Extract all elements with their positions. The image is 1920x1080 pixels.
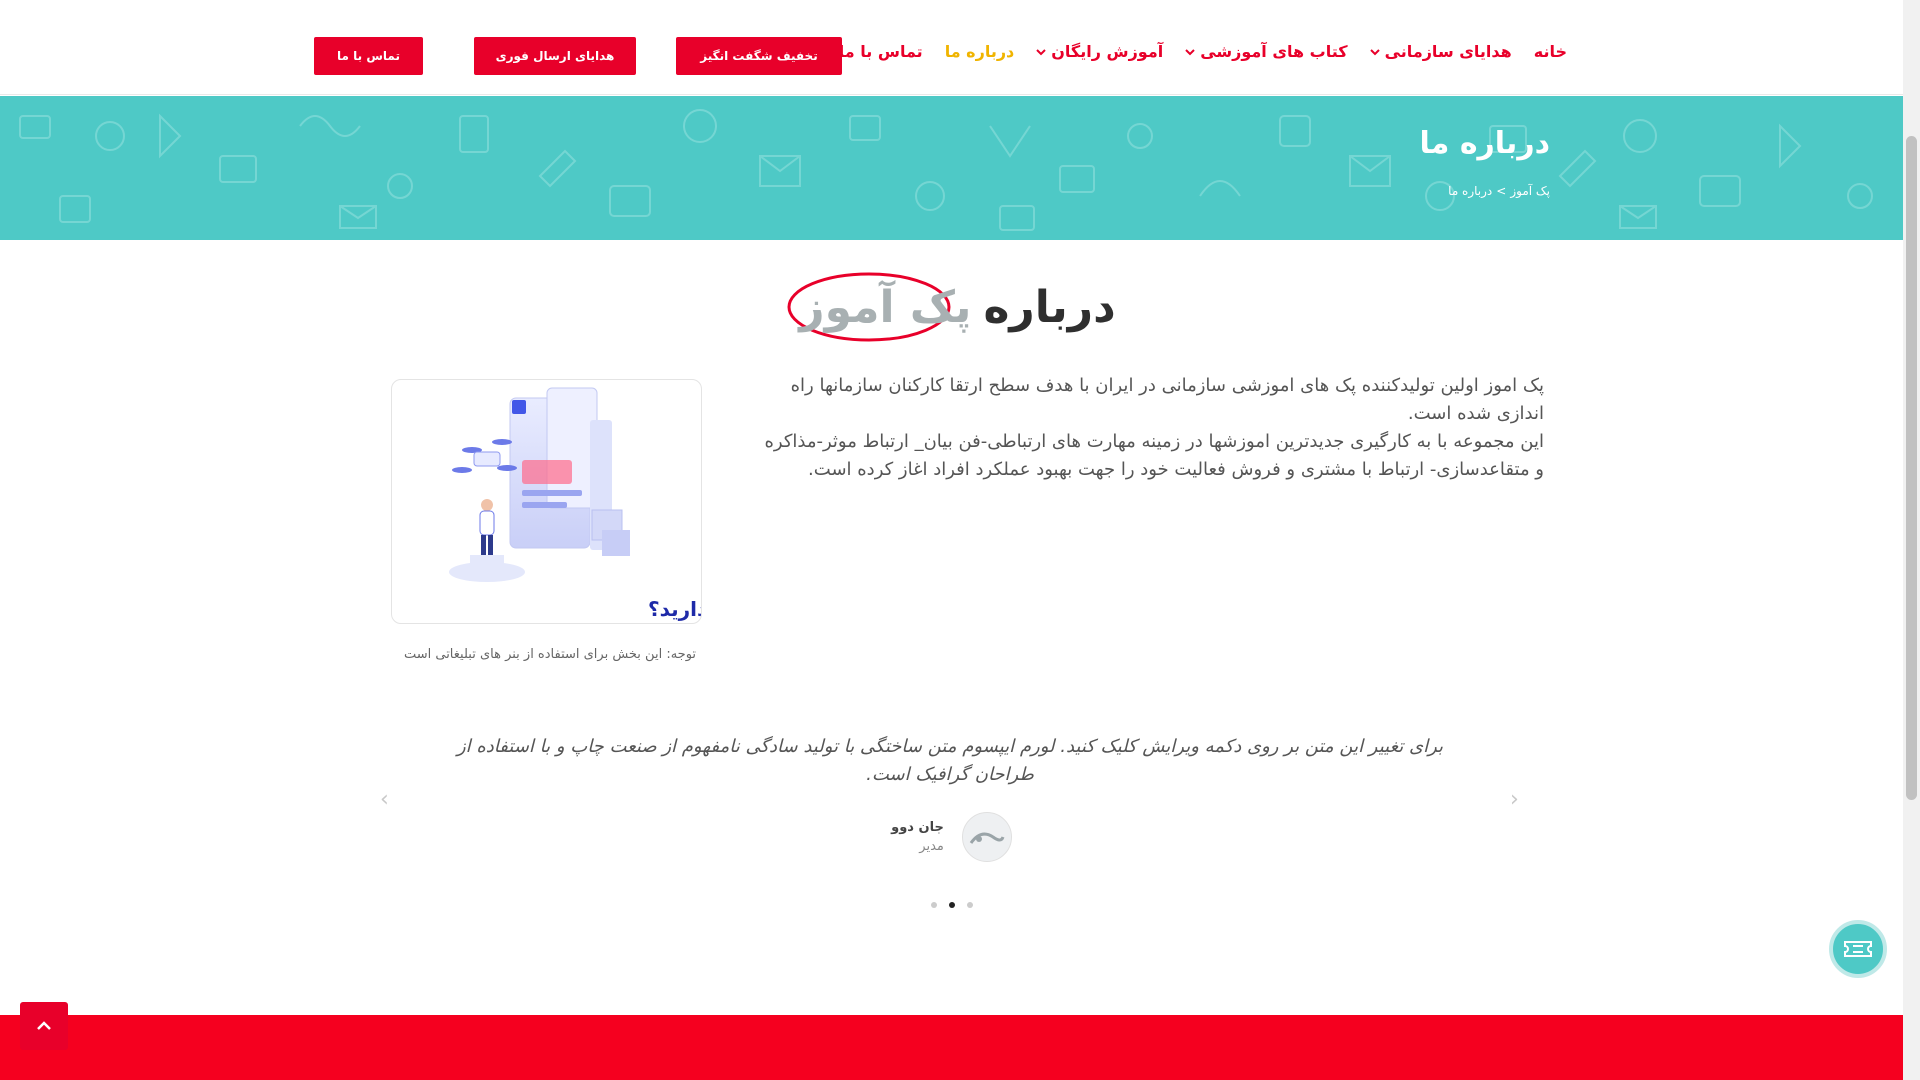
- about-heading: درباره پک آموز: [0, 272, 1903, 342]
- breadcrumb-current: درباره ما: [1448, 184, 1493, 198]
- scroll-to-top-button[interactable]: [20, 1002, 68, 1050]
- promo-banner-text: به پشتیبانی نیاز دارید؟: [648, 597, 702, 622]
- ticket-icon: [1844, 941, 1872, 957]
- chevron-down-icon: [1036, 47, 1046, 57]
- nav-item-label: درباره ما: [944, 42, 1015, 61]
- page-banner: درباره ما پک آموز > درباره ما: [0, 96, 1903, 240]
- contact-button[interactable]: تماس با ما: [314, 37, 423, 75]
- heading-prefix: درباره: [983, 282, 1116, 333]
- promo-banner-image[interactable]: به پشتیبانی نیاز دارید؟: [391, 379, 702, 624]
- heading-brand-text: پک آموز: [799, 282, 972, 333]
- site-header: تماس با ما هدایای ارسال فوری تخفیف شگفت …: [0, 0, 1903, 95]
- nav-item-label: خانه: [1533, 42, 1567, 61]
- instant-gifts-button[interactable]: هدایای ارسال فوری: [474, 37, 636, 75]
- breadcrumb: پک آموز > درباره ما: [1448, 184, 1550, 198]
- carousel-dot-active[interactable]: [948, 902, 955, 908]
- scrollbar-thumb[interactable]: [1906, 136, 1917, 800]
- promo-caption: توجه: این بخش برای استفاده از بنر های تب…: [403, 647, 697, 662]
- nav-item-label: هدایای سازمانی: [1384, 42, 1512, 61]
- nav-item-label: کتاب های آموزشی: [1200, 42, 1348, 61]
- author-role: مدیر: [919, 839, 944, 854]
- ticket-support-button[interactable]: [1829, 920, 1887, 978]
- chevron-up-icon: [37, 1021, 51, 1030]
- nav-item-corporate-gifts[interactable]: هدایای سازمانی: [1369, 42, 1512, 61]
- main-nav: خانه هدایای سازمانی کتاب های آموزشی آموز…: [817, 42, 1567, 61]
- about-paragraph-1: پک اموز اولین تولیدکننده پک های اموزشی س…: [790, 375, 1544, 424]
- chevron-down-icon: [1369, 47, 1380, 57]
- carousel-next-arrow[interactable]: ›: [1510, 787, 1519, 812]
- site-footer: [0, 1015, 1903, 1080]
- page-scrollbar[interactable]: [1903, 0, 1920, 1080]
- about-paragraph: پک اموز اولین تولیدکننده پک های اموزشی س…: [754, 372, 1544, 484]
- testimonial-quote: برای تغییر این متن بر روی دکمه ویرایش کل…: [456, 736, 1444, 785]
- breadcrumb-separator: >: [1496, 184, 1507, 198]
- page-title: درباره ما: [1419, 126, 1550, 161]
- nav-item-free-training[interactable]: آموزش رایگان: [1036, 42, 1163, 61]
- about-paragraph-2: این مجموعه با به کارگیری جدیدترین اموزشه…: [764, 431, 1544, 480]
- avatar: [961, 812, 1012, 862]
- nav-item-books[interactable]: کتاب های آموزشی: [1185, 42, 1348, 61]
- carousel-prev-arrow[interactable]: ‹: [380, 787, 389, 812]
- author-name: جان دوو: [891, 820, 944, 835]
- carousel-dots: [0, 902, 1903, 908]
- doodle-pattern: [19, 109, 1873, 231]
- avatar-placeholder-icon: [969, 832, 1005, 844]
- nav-item-contact[interactable]: تماس با ما: [839, 42, 923, 61]
- breadcrumb-home[interactable]: پک آموز: [1510, 184, 1550, 198]
- nav-item-label: تماس با ما: [838, 42, 923, 61]
- carousel-dot[interactable]: [930, 902, 937, 908]
- support-illustration: به پشتیبانی نیاز دارید؟: [449, 387, 702, 622]
- chevron-down-icon: [1185, 47, 1195, 57]
- testimonial-author: جان دوو مدیر: [0, 812, 1903, 862]
- nav-item-about[interactable]: درباره ما: [945, 42, 1015, 61]
- nav-item-label: آموزش رایگان: [1051, 42, 1164, 61]
- carousel-dot[interactable]: [966, 902, 973, 908]
- heading-brand: پک آموز: [787, 272, 983, 342]
- nav-item-home[interactable]: خانه: [1534, 42, 1567, 61]
